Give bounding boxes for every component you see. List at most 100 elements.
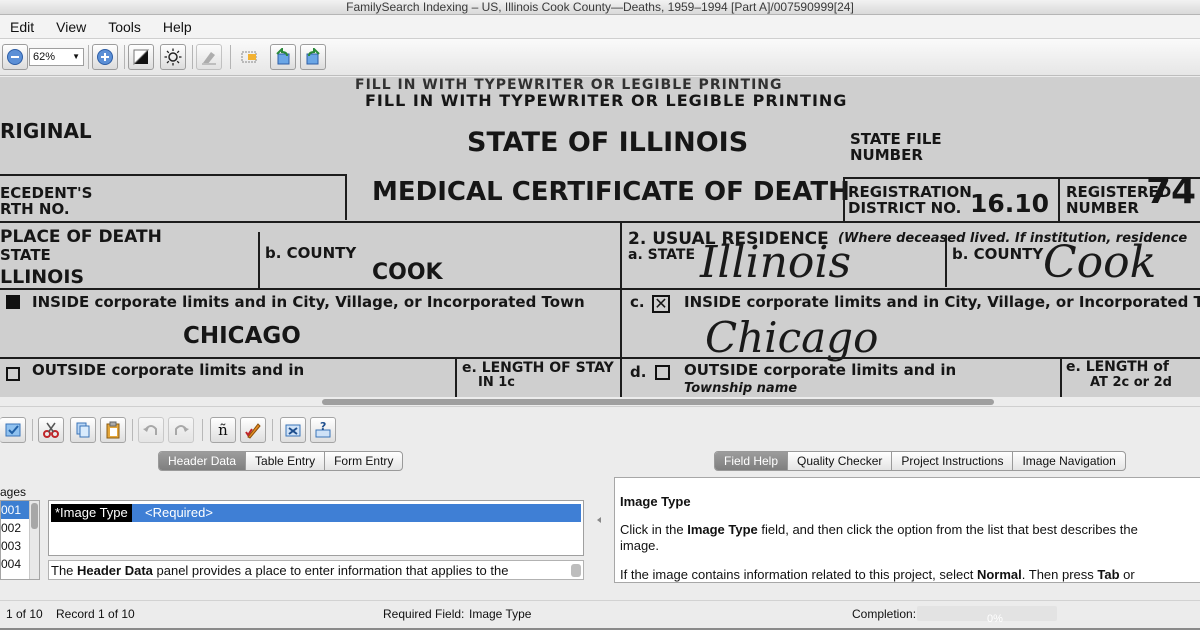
undo-button[interactable]: [138, 417, 164, 443]
header-data-help-text: The Header Data panel provides a place t…: [48, 560, 584, 580]
rotate-left-icon: [276, 48, 290, 65]
image-type-field[interactable]: <Required>: [143, 504, 213, 522]
pencil-check-icon: [245, 423, 261, 439]
menu-help[interactable]: Help: [163, 19, 192, 35]
doc-a-state: a. STATE: [628, 247, 696, 263]
images-label: ages: [0, 485, 27, 499]
image-toolbar: 62% ▼: [0, 39, 1200, 76]
header-fields-grid: *Image Type <Required>: [48, 500, 584, 556]
doc-inside-left: INSIDE corporate limits and in City, Vil…: [32, 293, 585, 311]
submit-icon: [5, 423, 20, 437]
image-count: 1 of 10: [6, 607, 43, 621]
zoom-in-icon: [97, 49, 113, 65]
redo-icon: [175, 425, 189, 435]
form-line: [258, 232, 260, 288]
cut-button[interactable]: [38, 417, 64, 443]
completion-progress-bar: 0%: [917, 606, 1057, 625]
entry-toolbar: ñ ?: [0, 413, 1200, 447]
tab-header-data[interactable]: Header Data: [159, 452, 247, 470]
doc-chicago-handwritten: Chicago: [705, 313, 879, 362]
help-text-part: If the image contains information relate…: [620, 567, 977, 582]
viewer-horizontal-scrollbar[interactable]: [0, 397, 1200, 407]
brightness-button[interactable]: [160, 44, 186, 70]
invert-image-button[interactable]: [128, 44, 154, 70]
sun-icon: [164, 48, 182, 66]
rotate-left-button[interactable]: [270, 44, 296, 70]
death-certificate-image: FILL IN WITH TYPEWRITER OR LEGIBLE PRINT…: [0, 77, 1200, 397]
indexing-app-window: FamilySearch Indexing – US, Illinois Coo…: [0, 0, 1200, 630]
invert-contrast-icon: [133, 49, 150, 66]
doc-state-title: STATE OF ILLINOIS: [467, 127, 749, 158]
spell-check-button[interactable]: [240, 417, 266, 443]
zoom-out-icon: [7, 49, 23, 65]
doc-cook-typed: COOK: [372, 260, 443, 285]
completion-value: 0%: [987, 613, 1003, 625]
form-line: [1060, 357, 1062, 397]
copy-button[interactable]: [70, 417, 96, 443]
doc-inside-right: INSIDE corporate limits and in City, Vil…: [684, 293, 1200, 311]
help-text-part: field, and then click the option from th…: [757, 522, 1138, 537]
zoom-in-button[interactable]: [92, 44, 118, 70]
form-line: [455, 357, 457, 397]
rotate-right-button[interactable]: [300, 44, 326, 70]
doc-outside-right: OUTSIDE corporate limits and in: [684, 361, 957, 379]
rotate-right-icon: [306, 48, 320, 65]
toolbar-divider: [192, 45, 193, 69]
form-line: [0, 357, 1200, 359]
doc-d-outside: d.: [630, 363, 647, 381]
form-line: [0, 174, 345, 176]
highlight-region-icon: [241, 51, 257, 63]
tab-project-instructions[interactable]: Project Instructions: [892, 452, 1014, 470]
record-count: Record 1 of 10: [56, 607, 135, 621]
tab-table-entry[interactable]: Table Entry: [246, 452, 326, 470]
help-text-part: panel provides a place to enter informat…: [152, 563, 509, 578]
form-line: [843, 177, 845, 221]
help-text-part: The: [51, 563, 78, 578]
help-text-scrollbar[interactable]: [571, 564, 581, 577]
scrollbar-thumb[interactable]: [322, 399, 994, 405]
highlight-button[interactable]: [196, 44, 222, 70]
tab-form-entry[interactable]: Form Entry: [325, 452, 402, 470]
svg-text:?: ?: [320, 421, 326, 433]
mark-unreadable-button[interactable]: ?: [310, 417, 336, 443]
entry-tabs: Header Data Table Entry Form Entry: [158, 451, 404, 471]
checkbox-inside-right: ✕: [652, 295, 670, 313]
panel-splitter[interactable]: [592, 460, 606, 590]
clipboard-icon: [106, 421, 120, 439]
checkbox-inside-left: [6, 295, 20, 309]
menu-edit[interactable]: Edit: [10, 19, 34, 35]
mark-record-blank-button[interactable]: [280, 417, 306, 443]
doc-number2: NUMBER: [1066, 199, 1139, 217]
menu-tools[interactable]: Tools: [108, 19, 141, 35]
doc-township: Township name: [684, 381, 798, 396]
unreadable-icon: ?: [315, 421, 331, 438]
tab-quality-checker[interactable]: Quality Checker: [788, 452, 893, 470]
menu-view[interactable]: View: [56, 19, 86, 35]
submit-button[interactable]: [0, 417, 26, 443]
image-list-scrollbar[interactable]: [29, 501, 39, 579]
document-image-viewer[interactable]: FILL IN WITH TYPEWRITER OR LEGIBLE PRINT…: [0, 77, 1200, 397]
show-highlights-button[interactable]: [236, 44, 262, 70]
form-line: [620, 221, 622, 397]
toolbar-divider: [88, 45, 89, 69]
help-text-part: image.: [620, 538, 660, 553]
checkbox-outside-left: [6, 367, 20, 381]
tab-image-navigation[interactable]: Image Navigation: [1013, 452, 1124, 470]
tab-field-help[interactable]: Field Help: [715, 452, 789, 470]
zoom-level-select[interactable]: 62% ▼: [29, 48, 84, 66]
toolbar-divider: [202, 419, 203, 441]
doc-rth-no: RTH NO.: [0, 200, 70, 218]
image-type-row[interactable]: *Image Type <Required>: [51, 504, 581, 522]
paste-button[interactable]: [100, 417, 126, 443]
redo-button[interactable]: [168, 417, 194, 443]
scrollbar-thumb[interactable]: [31, 503, 38, 529]
doc-in-1c: IN 1c: [478, 375, 515, 390]
zoom-out-button[interactable]: [2, 44, 28, 70]
form-line: [0, 288, 1200, 290]
help-title: Image Type: [620, 494, 691, 509]
toolbar-divider: [124, 45, 125, 69]
doc-at-2c: AT 2c or 2d: [1090, 375, 1172, 390]
status-bar: 1 of 10 Record 1 of 10 Required Field: I…: [0, 600, 1200, 628]
special-characters-button[interactable]: ñ: [210, 417, 236, 443]
field-help-panel: Image Type Click in the Image Type field…: [614, 477, 1200, 583]
